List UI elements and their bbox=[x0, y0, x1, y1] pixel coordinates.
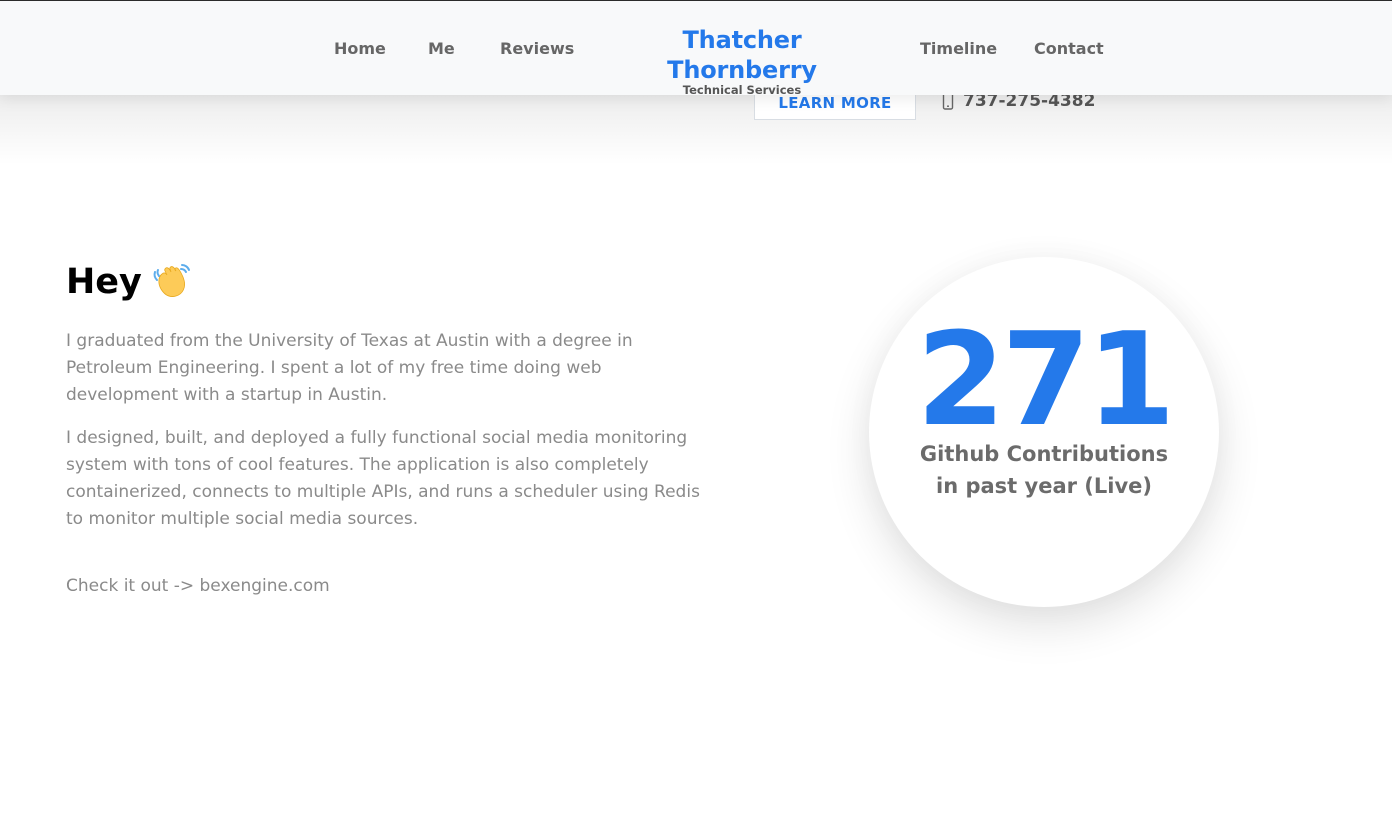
heading-text: Hey bbox=[66, 262, 142, 302]
github-stats-circle: 271 Github Contributions in past year (L… bbox=[869, 257, 1219, 607]
brand-name: Thatcher Thornberry bbox=[667, 26, 817, 84]
nav-timeline[interactable]: Timeline bbox=[920, 39, 997, 58]
nav-contact[interactable]: Contact bbox=[1034, 39, 1104, 58]
waving-hand-icon bbox=[152, 262, 192, 302]
about-paragraph-1: I graduated from the University of Texas… bbox=[66, 331, 633, 405]
nav-home[interactable]: Home bbox=[334, 39, 386, 58]
hero-shadow bbox=[0, 95, 1392, 165]
bexengine-link[interactable]: Check it out -> bexengine.com bbox=[66, 573, 706, 600]
nav-reviews[interactable]: Reviews bbox=[500, 39, 574, 58]
about-paragraph-2: I designed, built, and deployed a fully … bbox=[66, 428, 700, 529]
nav-me[interactable]: Me bbox=[428, 39, 455, 58]
about-heading: Hey bbox=[66, 262, 192, 302]
contribution-label-line-2: in past year (Live) bbox=[936, 474, 1152, 498]
site-header: Home Me Reviews Thatcher Thornberry Tech… bbox=[0, 0, 1392, 97]
github-contribution-label: Github Contributions in past year (Live) bbox=[869, 438, 1219, 502]
brand-logo[interactable]: Thatcher Thornberry Technical Services bbox=[616, 25, 868, 97]
github-contribution-count: 271 bbox=[916, 306, 1175, 455]
brand-subtitle: Technical Services bbox=[682, 83, 802, 97]
contribution-label-line-1: Github Contributions bbox=[919, 442, 1169, 466]
